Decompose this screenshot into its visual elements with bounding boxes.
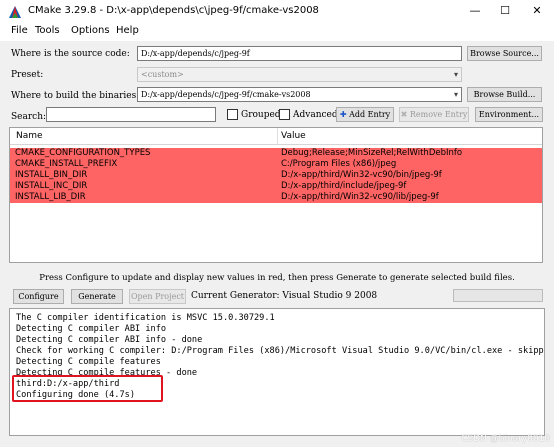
log-line: Detecting C compile features <box>16 357 161 367</box>
row-name: INSTALL_LIB_DIR <box>15 192 86 202</box>
log-line: Detecting C compiler ABI info - done <box>16 335 203 345</box>
menu-options[interactable]: Options <box>71 25 110 36</box>
current-generator: Current Generator: Visual Studio 9 2008 <box>191 291 378 301</box>
table-row[interactable]: INSTALL_LIB_DIR D:/x-app/third/Win32-vc9… <box>10 192 542 203</box>
remove-entry-label: Remove Entry <box>409 110 468 119</box>
row-value: D:/x-app/third/Win32-vc90/bin/jpeg-9f <box>281 170 442 180</box>
build-path-value: D:/x-app/depends/c/jpeg-9f/cmake-vs2008 <box>141 90 311 99</box>
menu-help[interactable]: Help <box>116 25 139 36</box>
cache-table[interactable]: Name Value CMAKE_CONFIGURATION_TYPES Deb… <box>9 127 543 263</box>
source-path-input[interactable]: D:/x-app/depends/c/jpeg-9f <box>137 46 462 61</box>
configure-button[interactable]: Configure <box>13 289 64 304</box>
table-header: Name Value <box>10 128 542 145</box>
minimize-button[interactable]: — <box>460 0 490 22</box>
maximize-button[interactable]: ☐ <box>490 0 520 22</box>
preset-value: <custom> <box>141 70 184 79</box>
annotation-highlight-box <box>12 375 163 402</box>
add-entry-button[interactable]: ✚ Add Entry <box>336 107 394 122</box>
environment-button[interactable]: Environment... <box>475 107 543 122</box>
browse-build-button[interactable]: Browse Build... <box>467 87 542 102</box>
remove-entry-button: ✖ Remove Entry <box>399 107 469 122</box>
row-name: CMAKE_CONFIGURATION_TYPES <box>15 148 151 158</box>
row-name: INSTALL_INC_DIR <box>15 181 88 191</box>
browse-source-button[interactable]: Browse Source... <box>467 46 542 61</box>
title-bar: CMake 3.29.8 - D:\x-app\depends\c\jpeg-9… <box>0 0 554 24</box>
cmake-logo-icon <box>9 6 21 18</box>
row-value: C:/Program Files (x86)/jpeg <box>281 159 397 169</box>
table-row[interactable]: CMAKE_INSTALL_PREFIX C:/Program Files (x… <box>10 159 542 170</box>
row-name: INSTALL_BIN_DIR <box>15 170 88 180</box>
preset-select: <custom> ▾ <box>137 67 462 82</box>
plus-icon: ✚ <box>339 110 347 119</box>
header-separator <box>277 128 278 145</box>
header-value[interactable]: Value <box>281 131 306 141</box>
chevron-down-icon: ▾ <box>453 90 458 99</box>
row-value: Debug;Release;MinSizeRel;RelWithDebInfo <box>281 148 463 158</box>
search-input[interactable] <box>46 107 216 122</box>
chevron-down-icon: ▾ <box>453 70 458 79</box>
advanced-checkbox[interactable] <box>279 109 290 120</box>
table-row[interactable]: INSTALL_BIN_DIR D:/x-app/third/Win32-vc9… <box>10 170 542 181</box>
row-value: D:/x-app/third/Win32-vc90/lib/jpeg-9f <box>281 192 439 202</box>
close-button[interactable]: ✕ <box>522 0 552 22</box>
menu-bar: File Tools Options Help <box>0 24 554 41</box>
window-title: CMake 3.29.8 - D:\x-app\depends\c\jpeg-9… <box>28 5 319 16</box>
table-row[interactable]: CMAKE_CONFIGURATION_TYPES Debug;Release;… <box>10 148 542 159</box>
remove-icon: ✖ <box>400 110 408 119</box>
menu-file[interactable]: File <box>11 25 28 36</box>
output-log[interactable]: The C compiler identification is MSVC 15… <box>9 308 545 436</box>
advanced-label: Advanced <box>293 110 338 120</box>
configure-hint: Press Configure to update and display ne… <box>39 273 515 283</box>
log-line: Detecting C compiler ABI info <box>16 324 167 334</box>
open-project-button: Open Project <box>129 289 186 304</box>
progress-bar <box>453 289 543 302</box>
table-row[interactable]: INSTALL_INC_DIR D:/x-app/third/include/j… <box>10 181 542 192</box>
grouped-label: Grouped <box>241 110 281 120</box>
build-path-combo[interactable]: D:/x-app/depends/c/jpeg-9f/cmake-vs2008 … <box>137 87 462 102</box>
preset-label: Preset: <box>11 70 44 80</box>
search-label: Search: <box>11 112 47 122</box>
build-label: Where to build the binaries: <box>11 91 140 101</box>
menu-tools[interactable]: Tools <box>35 25 60 36</box>
add-entry-label: Add Entry <box>349 110 391 119</box>
row-value: D:/x-app/third/include/jpeg-9f <box>281 181 407 191</box>
header-name[interactable]: Name <box>16 131 43 141</box>
generate-button[interactable]: Generate <box>71 289 123 304</box>
log-line: Check for working C compiler: D:/Program… <box>16 346 545 356</box>
source-label: Where is the source code: <box>11 49 130 59</box>
watermark: CSDN @binary0010 <box>461 434 550 444</box>
row-name: CMAKE_INSTALL_PREFIX <box>15 159 118 169</box>
log-line: The C compiler identification is MSVC 15… <box>16 313 275 323</box>
grouped-checkbox[interactable] <box>227 109 238 120</box>
